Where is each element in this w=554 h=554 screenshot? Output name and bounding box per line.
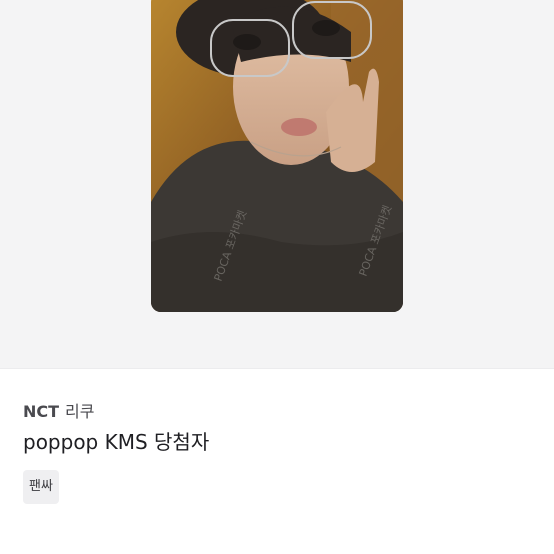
section-divider (0, 368, 554, 369)
category-row[interactable]: NCT 리쿠 (23, 398, 533, 421)
member-name: 리쿠 (65, 402, 95, 421)
event-tag[interactable]: 팬싸 (23, 470, 59, 504)
product-image-area[interactable]: POCA 포카마켓 POCA 포카마켓 (0, 0, 554, 368)
listing-info: NCT 리쿠 poppop KMS 당첨자 팬싸 (23, 398, 533, 504)
group-name: NCT (23, 402, 60, 421)
photocard-image[interactable]: POCA 포카마켓 POCA 포카마켓 (151, 0, 403, 312)
listing-detail: POCA 포카마켓 POCA 포카마켓 NCT 리쿠 poppop KMS 당첨… (0, 0, 554, 554)
listing-title: poppop KMS 당첨자 (23, 430, 210, 454)
